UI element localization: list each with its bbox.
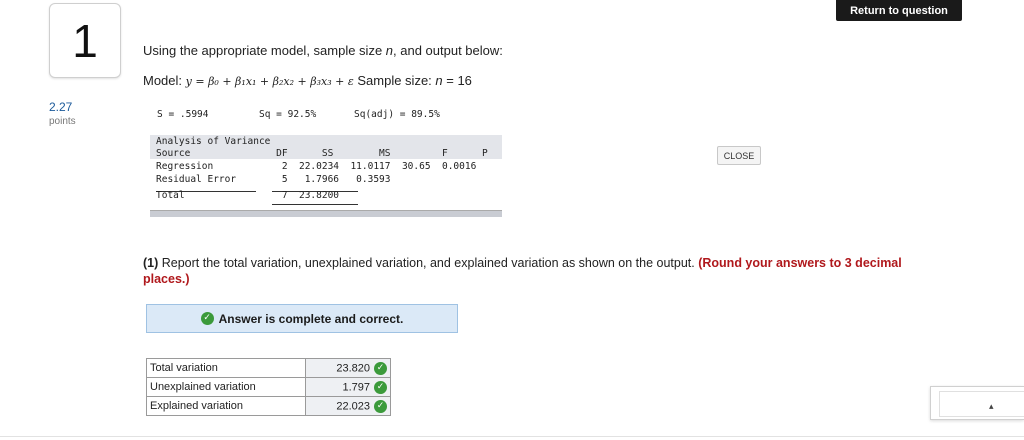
anova-total-underline <box>272 204 358 205</box>
points-label: points <box>49 116 76 127</box>
return-to-question-button[interactable]: Return to question <box>836 0 962 21</box>
intro-n-var: n <box>385 43 394 58</box>
question-number: 1 <box>49 3 121 78</box>
sample-size-value: = 16 <box>442 73 472 88</box>
close-button[interactable]: CLOSE <box>717 146 761 165</box>
answer-value-total: 23.820 <box>336 362 370 374</box>
answer-value-unexplained: 1.797 <box>342 381 370 393</box>
answer-status-text: Answer is complete and correct. <box>218 311 404 326</box>
anova-row-total: Total 7 23.8200 <box>156 190 340 201</box>
check-circle-icon: ✓ <box>374 361 387 375</box>
answer-status-banner: ✓ Answer is complete and correct. <box>146 304 458 333</box>
part1-text: Report the total variation, unexplained … <box>158 256 699 270</box>
table-row: Total variation 23.820 ✓ <box>146 358 391 378</box>
anova-row-regression: Regression 2 22.0234 11.0117 30.65 0.001… <box>156 161 477 172</box>
answer-input-explained[interactable]: 22.023 ✓ <box>305 396 391 416</box>
answer-table: Total variation 23.820 ✓ Unexplained vari… <box>146 358 391 416</box>
answer-value-explained: 22.023 <box>336 400 370 412</box>
side-navigation-widget[interactable]: ▴ <box>930 386 1024 420</box>
anova-table: Analysis of Variance Source DF SS MS F P… <box>150 135 502 217</box>
page-divider <box>0 436 1024 437</box>
table-row: Unexplained variation 1.797 ✓ <box>146 377 391 397</box>
model-equation: y = β₀ + β₁x₁ + β₂x₂ + β₃x₃ + ε <box>185 75 354 88</box>
intro-text: Using the appropriate model, sample size… <box>143 43 503 58</box>
model-line: Model: y = β₀ + β₁x₁ + β₂x₂ + β₃x₃ + ε S… <box>143 73 472 88</box>
model-label: Model: <box>143 73 186 88</box>
stat-sq-adj: Sq(adj) = 89.5% <box>354 109 440 120</box>
anova-title: Analysis of Variance <box>156 136 271 147</box>
part1-number: (1) <box>143 256 159 270</box>
part1-question: (1) Report the total variation, unexplai… <box>143 255 923 287</box>
intro-after: , and output below: <box>393 43 503 58</box>
side-widget-inner <box>939 391 1024 417</box>
table-row: Explained variation 22.023 ✓ <box>146 396 391 416</box>
stat-s: S = .5994 <box>157 109 209 120</box>
answer-input-unexplained[interactable]: 1.797 ✓ <box>305 377 391 397</box>
points-value: 2.27 <box>49 100 73 114</box>
sample-size-label: Sample size: <box>357 73 436 88</box>
check-circle-icon: ✓ <box>374 399 387 413</box>
answer-label-unexplained: Unexplained variation <box>146 377 306 397</box>
anova-bottom-band <box>150 210 502 217</box>
answer-label-explained: Explained variation <box>146 396 306 416</box>
intro-before: Using the appropriate model, sample size <box>143 43 386 58</box>
anova-header: Source DF SS MS F P <box>156 148 488 159</box>
caret-up-icon[interactable]: ▴ <box>989 401 994 412</box>
stat-sq: Sq = 92.5% <box>259 109 317 120</box>
check-circle-icon: ✓ <box>200 312 214 325</box>
answer-label-total: Total variation <box>146 358 306 378</box>
sample-size-var: n <box>435 73 443 88</box>
check-circle-icon: ✓ <box>374 380 387 394</box>
answer-input-total[interactable]: 23.820 ✓ <box>305 358 391 378</box>
anova-row-residual: Residual Error 5 1.7966 0.3593 <box>156 174 391 185</box>
